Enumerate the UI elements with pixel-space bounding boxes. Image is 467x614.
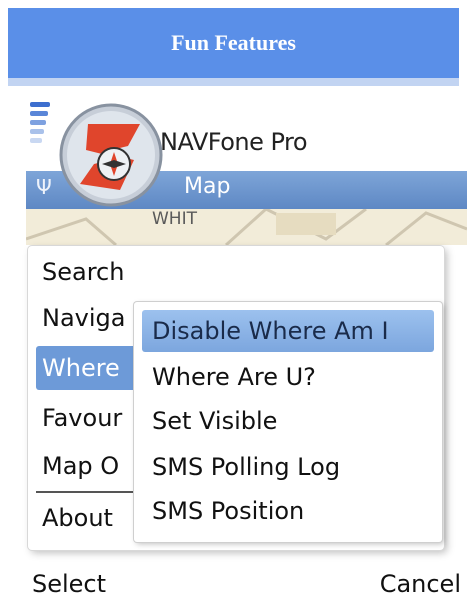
page-title: Fun Features — [171, 30, 296, 55]
submenu-item-sms-position[interactable]: SMS Position — [142, 490, 434, 532]
map-roads — [26, 209, 467, 245]
submenu-item-set-visible[interactable]: Set Visible — [142, 400, 434, 442]
submenu-item-disable-where-am-i[interactable]: Disable Where Am I — [142, 310, 434, 352]
where-submenu: Disable Where Am I Where Are U? Set Visi… — [134, 302, 442, 542]
title-banner: Fun Features — [8, 8, 459, 86]
title-banner-fill: Fun Features — [8, 8, 459, 78]
menu-divider — [36, 491, 136, 493]
antenna-icon: Ψ — [36, 175, 52, 199]
tab-map[interactable]: Map — [184, 174, 230, 199]
menu-item-search[interactable]: Search — [36, 250, 154, 294]
app-title: NAVFone Pro — [160, 128, 308, 156]
signal-strength-icon — [30, 102, 54, 162]
submenu-item-where-are-u[interactable]: Where Are U? — [142, 356, 434, 398]
cancel-softkey[interactable]: Cancel — [380, 570, 461, 598]
submenu-item-sms-polling-log[interactable]: SMS Polling Log — [142, 446, 434, 488]
navfone-compass-logo-icon — [59, 103, 163, 207]
select-softkey[interactable]: Select — [32, 570, 106, 598]
map-street-label: WHIT — [152, 209, 197, 229]
map-background: WHIT — [26, 209, 467, 245]
